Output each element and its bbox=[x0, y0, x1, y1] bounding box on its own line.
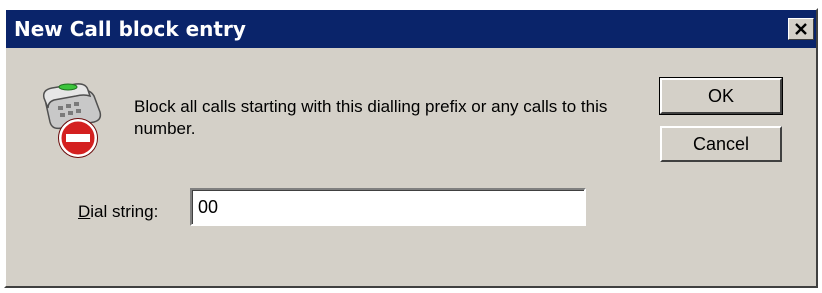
cancel-button[interactable]: Cancel bbox=[660, 126, 782, 162]
ok-button[interactable]: OK bbox=[659, 77, 783, 115]
close-button[interactable] bbox=[788, 18, 814, 40]
dial-string-label-text: ial string: bbox=[90, 202, 159, 221]
close-icon bbox=[795, 23, 807, 35]
dial-string-label-accelerator: D bbox=[78, 202, 91, 221]
dial-string-input[interactable] bbox=[190, 188, 586, 226]
call-block-dialog: New Call block entry Block all calls sta… bbox=[4, 8, 818, 288]
title-bar[interactable]: New Call block entry bbox=[6, 10, 816, 48]
blocked-phone-icon bbox=[40, 82, 112, 168]
dial-string-label: Dial string: bbox=[78, 202, 158, 222]
block-description: Block all calls starting with this diall… bbox=[134, 97, 608, 138]
window-title: New Call block entry bbox=[14, 17, 246, 41]
